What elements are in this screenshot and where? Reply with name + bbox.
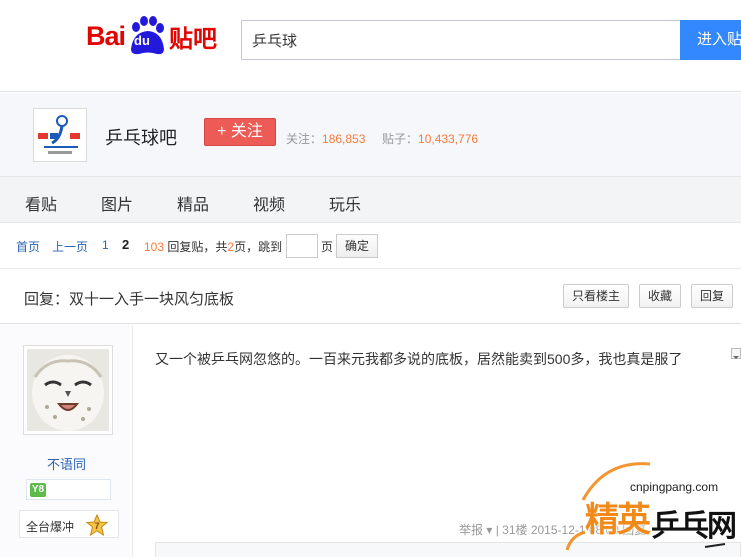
followers-count: 186,853 (322, 132, 366, 146)
watermark-brand: 精英 (585, 501, 651, 539)
logo-du-text: du (134, 33, 150, 48)
tab-videos[interactable]: 视频 (253, 191, 285, 215)
reply-suffix: 回复贴，共 (167, 240, 228, 254)
username-link[interactable]: 不语同 (0, 454, 133, 473)
star-level-icon: 7 (85, 513, 109, 537)
watermark-site-name: 乒乓网 (651, 510, 737, 543)
follow-button[interactable]: + 关注 (204, 118, 276, 146)
tab-featured[interactable]: 精品 (177, 191, 209, 215)
caret-down-icon (733, 356, 739, 359)
reply-summary: 103 回复贴，共2页，跳到 (144, 238, 282, 255)
pager: 首页 上一页 1 2 103 回复贴，共2页，跳到 页 确定 (0, 223, 741, 268)
avatar[interactable] (23, 345, 113, 435)
forum-avatar[interactable] (33, 108, 87, 162)
only-author-button[interactable]: 只看楼主 (563, 284, 629, 308)
paw-logo-icon: du (127, 16, 167, 56)
author-panel: 不语同 Y8 全台爆冲 7 (0, 325, 133, 557)
thread-title-bar: 回复：双十一入手一块风匀底板 只看楼主 收藏 回复 (0, 268, 741, 324)
favorite-button[interactable]: 收藏 (639, 284, 681, 308)
page: Bai du 贴吧 进入贴 (0, 0, 741, 557)
search-input[interactable] (241, 20, 681, 60)
reply-button[interactable]: 回复 (691, 284, 733, 308)
level-badge-box: Y8 (26, 479, 111, 500)
baidu-tieba-logo[interactable]: Bai du 贴吧 (86, 16, 217, 56)
confirm-jump-button[interactable]: 确定 (336, 234, 378, 258)
enter-forum-button[interactable]: 进入贴 (680, 20, 741, 60)
top-header: Bai du 贴吧 进入贴 (0, 0, 741, 92)
honor-label: 全台爆冲 (26, 520, 75, 534)
posts-label: 贴子： (382, 132, 419, 146)
page-unit: 页 (321, 240, 334, 254)
thread-title: 回复：双十一入手一块风匀底板 (24, 291, 235, 308)
first-page-link[interactable]: 首页 (16, 238, 40, 255)
jump-page-input[interactable] (286, 234, 318, 258)
honor-badge[interactable]: 全台爆冲 7 (19, 510, 119, 538)
pages-suffix: 页，跳到 (234, 240, 283, 254)
forum-header: 乒乓球吧 + 关注 关注：186,853 贴子：10,433,776 (0, 93, 741, 176)
prev-page-link[interactable]: 上一页 (52, 238, 88, 255)
logo-tieba-text: 贴吧 (169, 25, 218, 53)
posts-stat: 贴子：10,433,776 (382, 130, 478, 147)
tab-images[interactable]: 图片 (101, 191, 133, 215)
logo-bai-text: Bai (86, 20, 126, 51)
current-page: 2 (122, 237, 130, 252)
posts-count: 10,433,776 (418, 132, 479, 146)
page-1-link[interactable]: 1 (102, 238, 109, 252)
followers-label: 关注： (286, 132, 323, 146)
tab-fun[interactable]: 玩乐 (329, 191, 361, 215)
followers-stat: 关注：186,853 (286, 130, 365, 147)
honor-level-number: 7 (94, 521, 99, 531)
post-menu-toggle[interactable] (731, 348, 741, 359)
tab-posts[interactable]: 看贴 (25, 191, 57, 215)
reply-count: 103 (144, 240, 165, 254)
post-content: 又一个被乒乓网忽悠的。一百来元我都多说的底板，居然能卖到500多，我也真是服了 (155, 351, 683, 367)
forum-name[interactable]: 乒乓球吧 (105, 124, 177, 150)
cnpingpang-watermark: cnpingpang.com 精英 乒乓网 (555, 452, 741, 557)
forum-tabs: 看贴 图片 精品 视频 玩乐 (0, 176, 741, 223)
level-badge-icon: Y8 (30, 483, 46, 497)
